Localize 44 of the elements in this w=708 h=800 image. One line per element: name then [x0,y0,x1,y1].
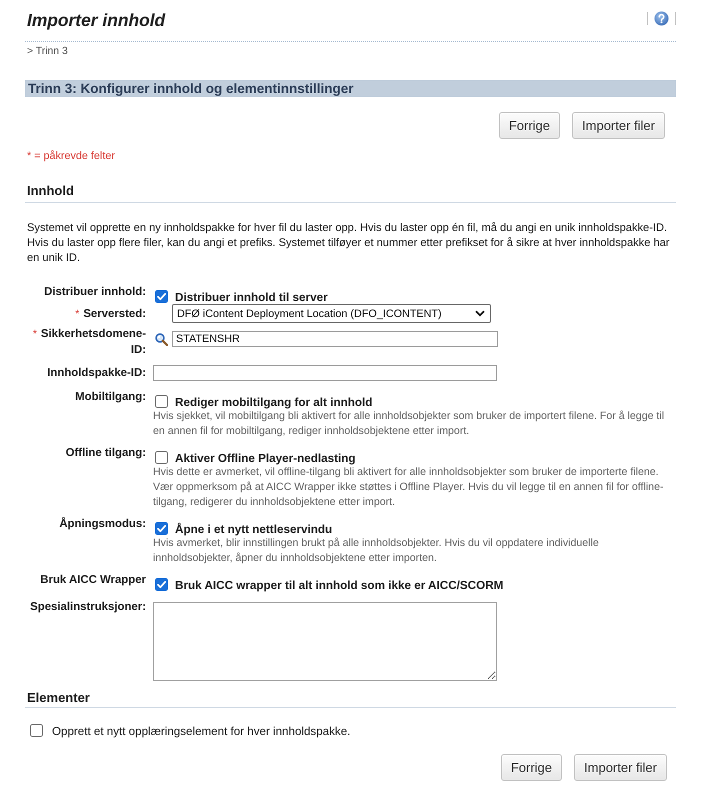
field-label: Bruk AICC Wrapper [40,574,146,586]
field-label: Offline tilgang: [66,447,146,459]
page-title: Importer innhold [27,10,166,31]
field-label: Sikkerhetsdomene-ID: [40,328,146,356]
text-field[interactable]: STATENSHR [172,331,498,347]
required-note: * = påkrevde felter [26,149,116,164]
help-icon[interactable] [654,10,669,26]
step-header: Trinn 3: Konfigurer innhold og elementinnstillinger [25,80,676,97]
checkbox[interactable] [155,450,168,464]
field-label: Åpningsmodus: [59,518,146,530]
section-heading: Innhold [25,183,676,203]
checkbox-label: Aktiver Offline Player-nedlasting [175,451,356,467]
text-field[interactable] [153,365,497,381]
field-label: Distribuer innhold: [44,286,146,298]
checkbox-label: Opprett et nytt opplæringselement for hver innholdspakke. [52,724,350,739]
checkbox-label: Bruk AICC wrapper til alt innhold som ikke er AICC/SCORM [175,578,504,594]
checkbox-label: Åpne i et nytt nettleservindu [175,522,332,538]
field-label: Mobiltilgang: [75,391,146,403]
checkbox[interactable] [30,724,43,737]
required-mark: * [32,328,37,340]
dropdown-field[interactable]: DFØ iContent Deployment Location (DFO_ICONTENT) [172,304,491,323]
textarea-field[interactable] [153,602,497,681]
help-text: Hvis avmerket, blir innstillingen brukt på alle innholdsobjekter. Hvis du vil oppdatere individuelle innholdsobjekter, åpner du innholdsobjektene etter importen. [153,536,600,566]
checkbox-label: Rediger mobiltilgang for alt innhold [175,395,372,411]
section-heading: Elementer [25,690,676,708]
help-text: Hvis dette er avmerket, vil offline-tilgang bli aktivert for alle innholdsobjekter som bruker de importerte filene. Vær oppmerksom på at AICC Wrapper ikke støttes i Offline Player. Hvis du vil legge til en annen fil for offline-tilgang, redigerer du innholdsobjektene etter import. [153,465,664,510]
field-label: Serversted: [83,308,146,320]
required-mark: * [75,308,80,320]
checkbox-label: Distribuer innhold til server [175,290,328,306]
description-text: Systemet vil opprette en ny innholdspakke for hver fil du laster opp. Hvis du laster opp én fil, må du angi en unik innholdspakke-ID. Hvis du laster opp flere filer, kan du angi et prefiks. Systemet tilføyer et nummer etter prefikset for å sikre at hver innholdspakke har en unik ID. [26,221,670,266]
checkbox[interactable] [155,394,168,408]
import-files-button[interactable]: Importer filer [572,112,665,139]
previous-button[interactable]: Forrige [500,754,562,781]
help-text: Hvis sjekket, vil mobiltilgang bli aktivert for alle innholdsobjekter som bruker de importert filene. For å legge til en annen fil for mobiltilgang, rediger innholdsobjektene etter import. [153,409,666,439]
field-label: Innholdspakke-ID: [47,367,146,379]
checkbox[interactable] [155,522,168,534]
import-files-button[interactable]: Importer filer [574,754,667,781]
search-icon[interactable] [155,332,168,346]
previous-button[interactable]: Forrige [498,112,560,139]
caret-icon [475,310,485,317]
breadcrumb: > Trinn 3 [26,45,69,59]
field-label: Spesialinstruksjoner: [30,601,146,613]
checkbox[interactable] [155,290,168,302]
checkbox[interactable] [155,578,168,590]
